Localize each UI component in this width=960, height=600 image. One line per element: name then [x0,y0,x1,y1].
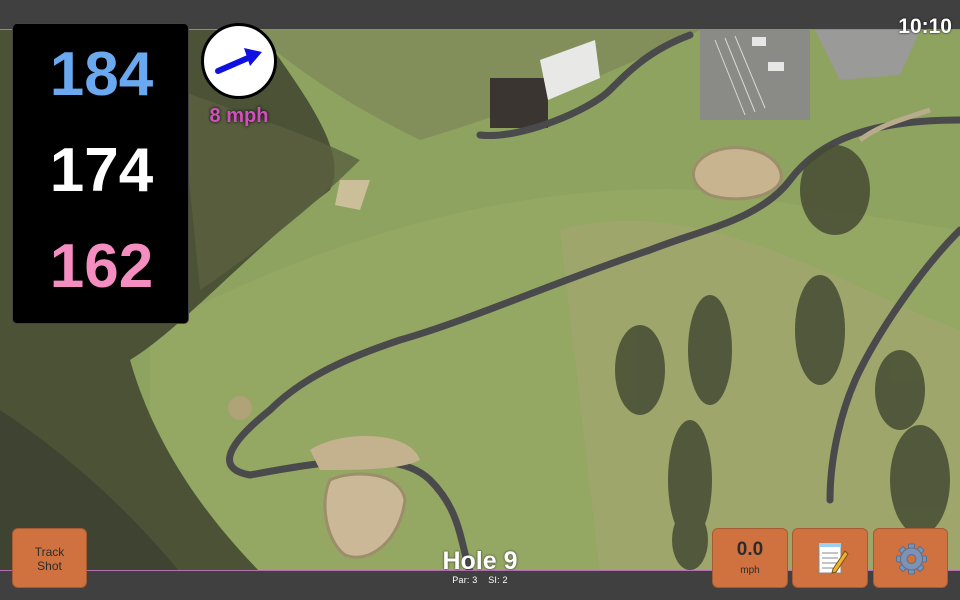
status-clock: 10:10 [898,15,952,38]
hole-info: Hole 9 Par: 3 SI: 2 [380,547,580,586]
speed-unit: mph [740,565,760,576]
hole-par: Par: 3 [452,575,478,585]
hole-details: Par: 3 SI: 2 [380,575,580,585]
track-shot-label-line2: Shot [37,559,62,573]
wind-direction-arrow-icon [215,48,262,74]
gear-icon [896,543,927,575]
wind-speed-label: 8 mph [209,105,269,127]
middle-of-green-distance: 174 [49,136,154,205]
track-shot-label-line1: Track [34,545,65,559]
speed-value: 0.0 [736,539,764,560]
hole-title: Hole 9 [442,547,518,575]
back-of-green-distance: 184 [49,40,154,109]
hole-stroke-index: SI: 2 [488,575,508,585]
notepad-icon [818,543,849,574]
settings-button[interactable] [873,528,948,588]
speed-button[interactable]: 0.0 mph [712,528,788,588]
wind-direction-indicator[interactable] [201,23,277,99]
notes-button[interactable] [792,528,868,588]
front-of-green-distance: 162 [49,232,154,301]
track-shot-button[interactable]: Track Shot [12,528,87,588]
distance-panel[interactable]: 184 174 162 [12,23,189,324]
